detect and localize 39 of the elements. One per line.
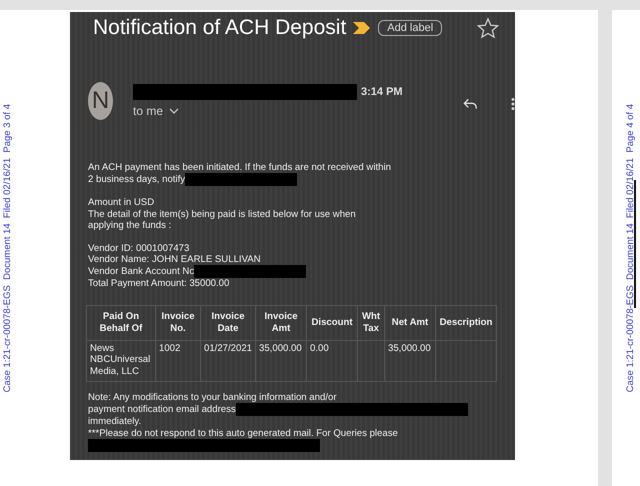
importance-marker-icon[interactable]: [352, 21, 372, 35]
body-text: Vendor ID: 0001007473: [88, 242, 190, 254]
body-text: Amount in USD: [88, 197, 154, 209]
note-text: immediately.: [88, 416, 142, 428]
table-cell: [436, 340, 497, 382]
email-time: 3:14 PM: [361, 86, 403, 98]
case-stamp-label: Case 1:21-cr-00078-EGS Document 14 Filed 02/16/21 Page 4 of 4: [625, 104, 636, 392]
body-text: Vendor Name: JOHN EARLE SULLIVAN: [88, 254, 261, 266]
note-text: payment notification email address: [88, 404, 236, 416]
column-header: Paid On Behalf Of: [86, 305, 156, 340]
body-text: Vendor Bank Account Nc: [88, 266, 194, 278]
note-text: Note: Any modifications to your banking information and/or: [88, 392, 337, 404]
table-cell: 35,000.00: [384, 340, 436, 382]
body-text: applying the funds :: [88, 220, 172, 232]
add-label-button[interactable]: Add label: [378, 20, 442, 36]
column-header: Description: [436, 305, 497, 340]
body-text: An ACH payment has been initiated. If the funds are not received within: [88, 162, 391, 174]
column-header: Invoice No.: [156, 305, 200, 340]
case-stamp-label: Case 1:21-cr-00078-EGS Document 14 Filed 02/16/21 Page 3 of 4: [2, 104, 13, 392]
recipient-toggle[interactable]: to me: [133, 104, 180, 118]
column-header: Wht Tax: [358, 305, 385, 340]
sender-avatar: N: [88, 82, 113, 120]
table-cell: 0.00: [306, 340, 358, 382]
column-header: Discount: [306, 305, 358, 340]
column-header: Invoice Amt: [256, 305, 307, 340]
body-text: The detail of the item(s) being paid is listed below for use when: [88, 208, 356, 220]
body-text: 2 business days, notify: [88, 174, 186, 186]
table-cell: News NBCUniversal Media, LLC: [86, 340, 156, 382]
table-cell: 35,000.00: [256, 340, 307, 382]
table-cell: 1002: [156, 340, 200, 382]
table-cell: 01/27/2021: [200, 340, 256, 382]
email-subject: Notification of ACH Deposit: [93, 16, 346, 40]
body-text: Total Payment Amount: 35000.00: [88, 278, 230, 290]
chevron-down-icon: [169, 108, 180, 114]
note-text: ***Please do not respond to this auto generated mail. For Queries please: [88, 428, 398, 440]
table-cell: [358, 340, 385, 382]
column-header: Net Amt: [384, 305, 436, 340]
column-header: Invoice Date: [200, 305, 256, 340]
star-icon[interactable]: [477, 17, 499, 39]
